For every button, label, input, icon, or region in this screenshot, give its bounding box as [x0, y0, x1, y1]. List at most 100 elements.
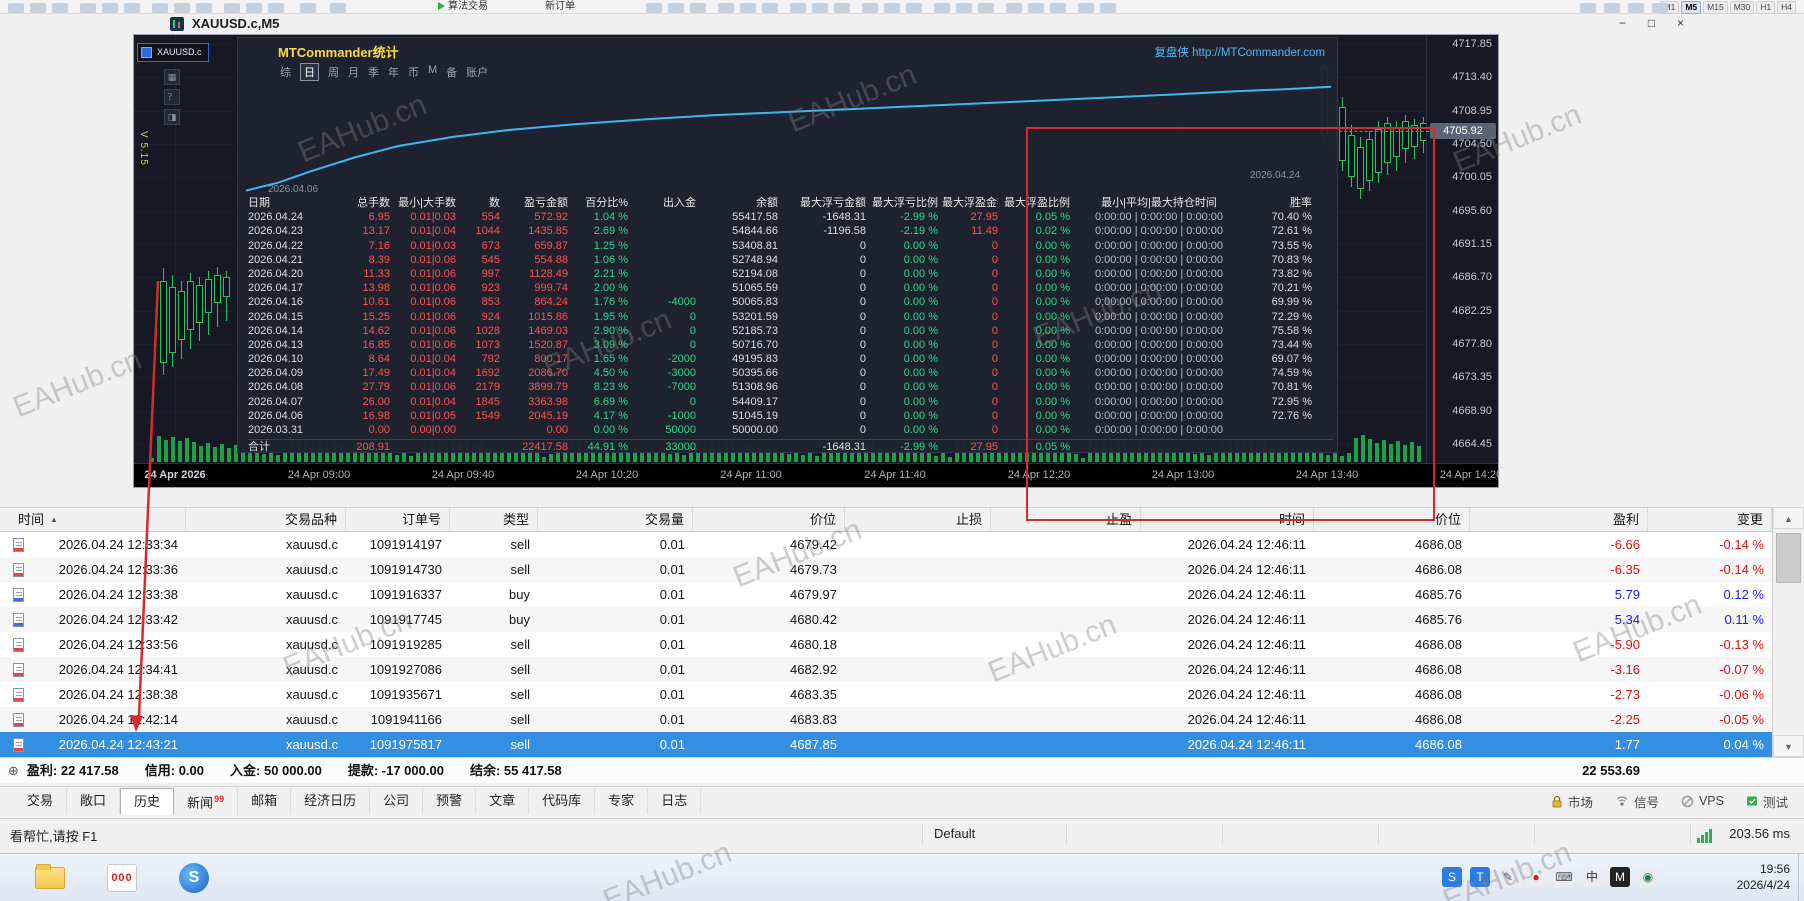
tab-交易[interactable]: 交易: [14, 788, 67, 814]
tray-icon-7[interactable]: M: [1610, 867, 1630, 887]
panel-settings-icon[interactable]: ▦: [164, 69, 180, 85]
toolbar-icon[interactable]: [956, 3, 972, 13]
history-row[interactable]: 2026.04.24 12:33:36xauusd.c1091914730sel…: [0, 557, 1772, 582]
toolbar-icon[interactable]: [80, 3, 96, 13]
toolbar-icon[interactable]: [1050, 3, 1066, 13]
stats-row[interactable]: 2026.04.1414.620.01|0.0610281469.032.90 …: [248, 324, 1333, 338]
toolbar-icon[interactable]: [862, 3, 878, 13]
toolbar-icon[interactable]: [1006, 3, 1022, 13]
stats-tab-周[interactable]: 周: [328, 64, 339, 81]
stats-tab-年[interactable]: 年: [388, 64, 399, 81]
toolbar-icon[interactable]: [1604, 3, 1620, 13]
stats-row[interactable]: 2026.04.0616.980.01|0.0515492045.194.17 …: [248, 409, 1333, 423]
stats-row[interactable]: 2026.04.1610.610.01|0.06853864.241.76 %-…: [248, 295, 1333, 309]
history-row[interactable]: 2026.04.24 12:43:21xauusd.c1091975817sel…: [0, 732, 1772, 757]
column-header-5[interactable]: 交易量: [538, 508, 693, 531]
tray-icon-4[interactable]: ●: [1526, 867, 1546, 887]
column-header-8[interactable]: 止盈: [991, 508, 1141, 531]
column-header-6[interactable]: 价位: [693, 508, 845, 531]
column-header-4[interactable]: 类型: [450, 508, 538, 531]
toolbar-icon[interactable]: [1100, 3, 1116, 13]
price-scale[interactable]: 4717.854713.404708.954704.504700.054695.…: [1426, 35, 1498, 465]
toolbar-icon[interactable]: [740, 3, 756, 13]
timeframe-h1[interactable]: H1: [1756, 1, 1775, 14]
market-button[interactable]: 市场: [1551, 792, 1593, 811]
taskbar-app2-button[interactable]: 000: [102, 860, 142, 896]
stats-row[interactable]: 2026.04.1316.850.01|0.0610731520.873.09 …: [248, 338, 1333, 352]
taskbar-folder-button[interactable]: [30, 860, 70, 896]
column-header-3[interactable]: 订单号: [346, 508, 450, 531]
timeframe-m15[interactable]: M15: [1703, 1, 1728, 14]
toolbar-icon[interactable]: [690, 3, 706, 13]
taskbar-clock[interactable]: 19:56 2026/4/24: [1737, 861, 1790, 893]
close-button[interactable]: ×: [1666, 15, 1695, 33]
column-header-1[interactable]: 时间▲: [0, 508, 186, 531]
timeframe-m30[interactable]: M30: [1730, 1, 1755, 14]
stats-row[interactable]: 2026.04.1515.250.01|0.069241015.861.95 %…: [248, 310, 1333, 324]
tab-代码库[interactable]: 代码库: [529, 788, 595, 814]
stats-row[interactable]: 2026.04.0827.790.01|0.0621793899.798.23 …: [248, 380, 1333, 394]
column-header-2[interactable]: 交易品种: [186, 508, 346, 531]
toolbar-icon[interactable]: [8, 3, 24, 13]
toolbar-icon[interactable]: [934, 3, 950, 13]
toolbar-icon[interactable]: [812, 3, 828, 13]
tray-icon-1[interactable]: S: [1442, 867, 1462, 887]
tray-icon-2[interactable]: T: [1470, 867, 1490, 887]
toolbar-icon[interactable]: [762, 3, 778, 13]
stats-tab-综[interactable]: 综: [280, 64, 291, 81]
tab-邮箱[interactable]: 邮箱: [238, 788, 291, 814]
panel-minimize-icon[interactable]: ？: [164, 89, 180, 105]
stats-row[interactable]: 2026.04.0917.490.01|0.0416922086.704.50 …: [248, 366, 1333, 380]
stats-tab-币[interactable]: 币: [408, 64, 419, 81]
toolbar-icon[interactable]: [790, 3, 806, 13]
toolbar-icon[interactable]: [906, 3, 922, 13]
stats-row[interactable]: 2026.04.218.390.01|0.06545554.881.06 %52…: [248, 253, 1333, 267]
history-scrollbar[interactable]: ▲ ▼: [1772, 507, 1804, 757]
stats-row[interactable]: 2026.03.310.000.00|0.000.000.00 %5000050…: [248, 423, 1333, 437]
new-order-button[interactable]: 新订单: [545, 0, 575, 13]
toolbar-icon[interactable]: [1078, 3, 1094, 13]
toolbar-icon[interactable]: [268, 3, 284, 13]
restore-button[interactable]: □: [1637, 15, 1666, 33]
scroll-up-button[interactable]: ▲: [1773, 507, 1804, 529]
history-row[interactable]: 2026.04.24 12:33:56xauusd.c1091919285sel…: [0, 632, 1772, 657]
tray-icon-3[interactable]: ✎: [1498, 867, 1518, 887]
toolbar-icon[interactable]: [246, 3, 262, 13]
profile-selector[interactable]: Default: [934, 826, 975, 841]
tab-公司[interactable]: 公司: [370, 788, 423, 814]
tab-历史[interactable]: 历史: [120, 788, 174, 815]
toolbar-icon[interactable]: [718, 3, 734, 13]
column-header-12[interactable]: 变更: [1648, 508, 1772, 531]
tab-经济日历[interactable]: 经济日历: [291, 788, 370, 814]
toolbar-icon[interactable]: [834, 3, 850, 13]
toolbar-icon[interactable]: [124, 3, 140, 13]
toolbar-icon[interactable]: [52, 3, 68, 13]
toolbar-icon[interactable]: [30, 3, 46, 13]
toolbar-icon[interactable]: [224, 3, 240, 13]
tab-预警[interactable]: 预警: [423, 788, 476, 814]
toolbar-icon[interactable]: [884, 3, 900, 13]
plus-circle-icon[interactable]: ⊕: [8, 758, 19, 783]
scroll-down-button[interactable]: ▼: [1773, 735, 1804, 757]
tab-专家[interactable]: 专家: [595, 788, 648, 814]
toolbar-icon[interactable]: [174, 3, 190, 13]
toolbar-icon[interactable]: [330, 3, 346, 13]
signals-button[interactable]: 信号: [1615, 792, 1659, 811]
timeframe-m5[interactable]: M5: [1681, 1, 1701, 14]
history-row[interactable]: 2026.04.24 12:33:42xauusd.c1091917745buy…: [0, 607, 1772, 632]
stats-row[interactable]: 2026.04.246.950.01|0.03554572.921.04 %55…: [248, 210, 1333, 224]
toolbar-icon[interactable]: [300, 3, 316, 13]
minimize-button[interactable]: −: [1608, 15, 1637, 33]
history-row[interactable]: 2026.04.24 12:33:34xauusd.c1091914197sel…: [0, 532, 1772, 557]
symbol-selector[interactable]: XAUUSD.c: [137, 43, 209, 62]
stats-tab-季[interactable]: 季: [368, 64, 379, 81]
toolbar-icon[interactable]: [196, 3, 212, 13]
tab-文章[interactable]: 文章: [476, 788, 529, 814]
toolbar-icon[interactable]: [1628, 3, 1644, 13]
toolbar-icon[interactable]: [102, 3, 118, 13]
vps-button[interactable]: VPS: [1681, 794, 1724, 808]
history-row[interactable]: 2026.04.24 12:34:41xauusd.c1091927086sel…: [0, 657, 1772, 682]
column-header-7[interactable]: 止损: [845, 508, 991, 531]
tester-button[interactable]: 测试: [1746, 792, 1788, 811]
tab-日志[interactable]: 日志: [648, 788, 701, 814]
